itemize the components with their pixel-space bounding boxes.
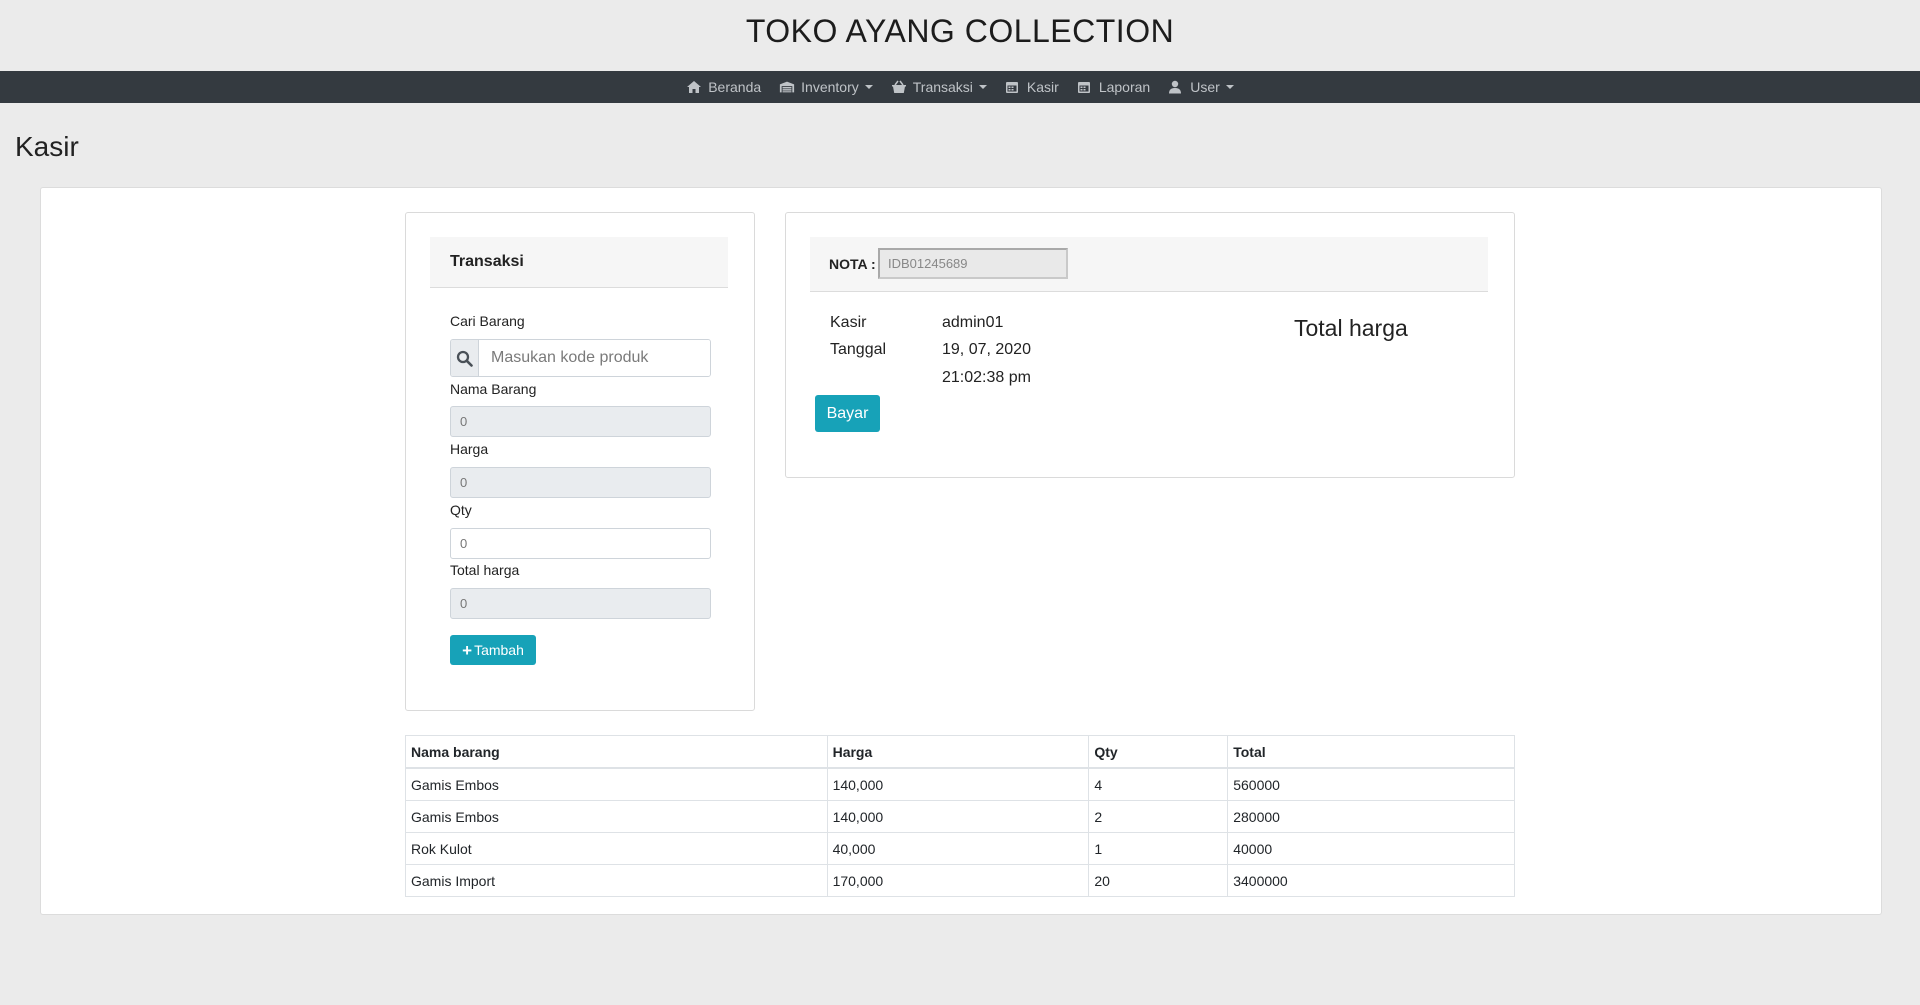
- table-header-row: Nama barang Harga Qty Total: [405, 735, 1515, 769]
- calendar-icon: [1005, 80, 1021, 94]
- nav-inventory-label: Inventory: [801, 79, 859, 95]
- nav-laporan[interactable]: Laporan: [1077, 79, 1150, 95]
- nav-user[interactable]: User: [1168, 79, 1234, 95]
- search-icon[interactable]: [451, 340, 479, 376]
- total-harga-heading: Total harga: [1294, 315, 1408, 341]
- kasir-main-card: Transaksi Cari Barang Nama Barang 0 Harg…: [40, 187, 1882, 915]
- tambah-button[interactable]: + Tambah: [450, 635, 536, 665]
- page-title: Kasir: [15, 131, 79, 162]
- cell-nama: Rok Kulot: [405, 832, 828, 865]
- nav-transaksi[interactable]: Transaksi: [891, 79, 987, 95]
- search-input[interactable]: [479, 340, 710, 376]
- nota-label: NOTA :: [829, 256, 876, 272]
- nota-card-header: NOTA : IDB01245689: [810, 237, 1488, 292]
- main-navbar: Beranda Inventory Transaksi Kasir Lapora…: [0, 71, 1920, 103]
- cell-harga: 40,000: [826, 832, 1090, 865]
- nav-kasir[interactable]: Kasir: [1005, 79, 1059, 95]
- table-row: Gamis Import 170,000 20 3400000: [405, 864, 1515, 897]
- tanggal-label: Tanggal: [830, 341, 887, 358]
- cell-total: 3400000: [1227, 864, 1515, 897]
- kasir-label: Kasir: [830, 314, 867, 331]
- chevron-down-icon: [1225, 85, 1234, 89]
- cell-nama: Gamis Import: [405, 864, 828, 897]
- transaksi-card: Transaksi Cari Barang Nama Barang 0 Harg…: [405, 212, 755, 711]
- warehouse-icon: [779, 80, 795, 94]
- cell-total: 560000: [1227, 767, 1515, 801]
- harga-label: Harga: [450, 441, 489, 457]
- col-total: Total: [1227, 735, 1515, 769]
- transaksi-header-title: Transaksi: [450, 253, 524, 270]
- tambah-label: Tambah: [474, 642, 524, 658]
- cell-qty: 1: [1088, 832, 1229, 865]
- chevron-down-icon: [864, 85, 873, 89]
- qty-label: Qty: [450, 502, 472, 518]
- basket-icon: [891, 80, 907, 94]
- col-nama-barang: Nama barang: [405, 735, 828, 769]
- table-row: Rok Kulot 40,000 1 40000: [405, 832, 1515, 865]
- kasir-value: admin01: [942, 314, 1004, 331]
- plus-icon: +: [462, 640, 473, 660]
- cell-harga: 170,000: [826, 864, 1090, 897]
- cell-harga: 140,000: [826, 767, 1090, 801]
- nota-field: IDB01245689: [878, 248, 1068, 279]
- cell-qty: 20: [1088, 864, 1229, 897]
- nav-inventory[interactable]: Inventory: [779, 79, 873, 95]
- nav-kasir-label: Kasir: [1026, 79, 1059, 95]
- search-group: [450, 339, 711, 377]
- cell-total: 280000: [1227, 800, 1515, 833]
- harga-field: 0: [450, 467, 711, 498]
- nav-beranda-label: Beranda: [708, 79, 762, 95]
- site-title: TOKO AYANG COLLECTION: [745, 13, 1175, 49]
- cell-total: 40000: [1227, 832, 1515, 865]
- cell-qty: 4: [1088, 767, 1229, 801]
- nama-barang-field: 0: [450, 406, 711, 437]
- nav-user-label: User: [1190, 79, 1220, 95]
- nav-beranda[interactable]: Beranda: [686, 79, 761, 95]
- qty-field[interactable]: 0: [450, 528, 711, 559]
- total-harga-label: Total harga: [450, 562, 520, 578]
- cell-nama: Gamis Embos: [405, 800, 828, 833]
- cell-harga: 140,000: [826, 800, 1090, 833]
- cell-nama: Gamis Embos: [405, 767, 828, 801]
- col-qty: Qty: [1088, 735, 1229, 769]
- table-row: Gamis Embos 140,000 4 560000: [405, 767, 1515, 801]
- chevron-down-icon: [978, 85, 987, 89]
- col-harga: Harga: [826, 735, 1090, 769]
- nav-laporan-label: Laporan: [1098, 79, 1151, 95]
- calendar-icon: [1077, 80, 1093, 94]
- tanggal-value: 19, 07, 2020: [942, 341, 1031, 358]
- time-value: 21:02:38 pm: [942, 369, 1031, 386]
- home-icon: [686, 80, 702, 94]
- nav-transaksi-label: Transaksi: [912, 79, 973, 95]
- user-icon: [1168, 80, 1184, 94]
- cell-qty: 2: [1088, 800, 1229, 833]
- bayar-button[interactable]: Bayar: [815, 395, 880, 432]
- table-row: Gamis Embos 140,000 2 280000: [405, 800, 1515, 833]
- cari-barang-label: Cari Barang: [450, 313, 525, 329]
- items-table: Nama barang Harga Qty Total Gamis Embos …: [405, 735, 1515, 897]
- transaksi-card-header: Transaksi: [430, 237, 728, 288]
- total-harga-field: 0: [450, 588, 711, 619]
- nota-card: NOTA : IDB01245689 Kasir admin01 Tanggal…: [785, 212, 1515, 478]
- nama-barang-label: Nama Barang: [450, 381, 537, 397]
